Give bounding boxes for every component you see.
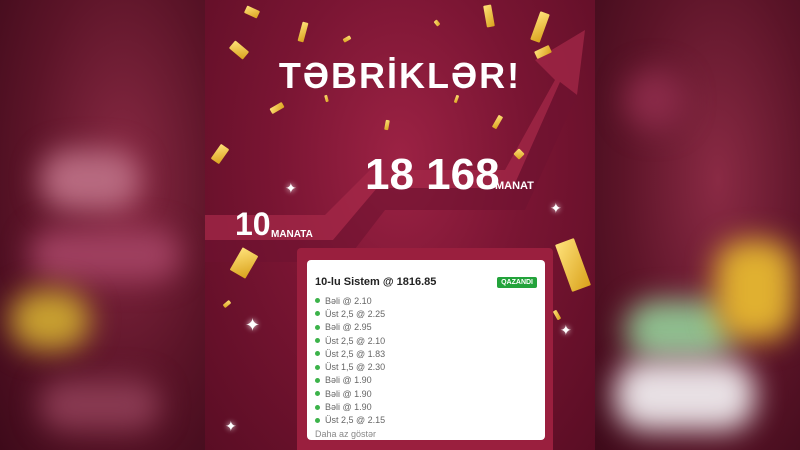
status-dot-icon (315, 377, 320, 383)
blurred-background-left (0, 0, 205, 450)
list-item: Bəli @ 2.10 (315, 294, 537, 307)
status-dot-icon (315, 351, 320, 357)
status-dot-icon (315, 338, 320, 344)
sparkle-icon: ✦ (550, 200, 562, 216)
selection-label: Bəli @ 2.95 (325, 322, 372, 333)
list-item: Üst 2,5 @ 2.25 (315, 307, 537, 320)
win-amount: 18 168 (365, 150, 500, 199)
sparkle-icon: ✦ (245, 315, 261, 335)
list-item: Bəli @ 1.90 (315, 400, 537, 413)
bet-card-header: 10-lu Sistem @ 1816.85 QAZANDI (315, 270, 537, 294)
show-less-link[interactable]: Daha az göstər (315, 429, 537, 439)
selection-list: Bəli @ 2.10 Üst 2,5 @ 2.25 Bəli @ 2.95 Ü… (315, 294, 537, 427)
list-item: Bəli @ 1.90 (315, 387, 537, 400)
list-item: Bəli @ 1.90 (315, 374, 537, 387)
list-item: Bəli @ 2.95 (315, 321, 537, 334)
selection-label: Bəli @ 1.90 (325, 402, 372, 413)
congrats-title: TƏBRİKLƏR! (278, 55, 522, 96)
status-dot-icon (315, 298, 320, 304)
list-item: Üst 2,5 @ 2.10 (315, 334, 537, 347)
selection-label: Bəli @ 1.90 (325, 388, 372, 399)
list-item: Üst 1,5 @ 2.30 (315, 360, 537, 373)
blurred-background-right (595, 0, 800, 450)
status-dot-icon (315, 417, 320, 423)
selection-label: Üst 1,5 @ 2.30 (325, 362, 386, 373)
list-item: Üst 2,5 @ 2.15 (315, 414, 537, 427)
selection-label: Üst 2,5 @ 1.83 (325, 348, 386, 359)
status-dot-icon (315, 324, 320, 330)
selection-label: Üst 2,5 @ 2.15 (325, 415, 386, 426)
selection-label: Bəli @ 1.90 (325, 375, 372, 386)
bet-card: 10-lu Sistem @ 1816.85 QAZANDI Bəli @ 2.… (307, 260, 545, 440)
status-dot-icon (315, 311, 320, 317)
list-item: Üst 2,5 @ 1.83 (315, 347, 537, 360)
status-dot-icon (315, 364, 320, 370)
status-badge: QAZANDI (497, 276, 537, 288)
sparkle-icon: ✦ (225, 418, 237, 434)
stake-amount: 10 (235, 206, 271, 242)
stake-unit: MANATA (271, 229, 313, 240)
selection-label: Üst 2,5 @ 2.25 (325, 308, 386, 319)
win-unit: MANAT (495, 180, 534, 192)
bet-title: 10-lu Sistem @ 1816.85 (315, 276, 437, 288)
status-dot-icon (315, 391, 320, 397)
selection-label: Üst 2,5 @ 2.10 (325, 335, 386, 346)
selection-label: Bəli @ 2.10 (325, 295, 372, 306)
win-poster: ✦ ✦ ✦ ✦ ✦ TƏBRİKLƏR! 18 168 MANAT 10 MAN… (205, 0, 595, 450)
sparkle-icon: ✦ (285, 180, 297, 196)
status-dot-icon (315, 404, 320, 410)
sparkle-icon: ✦ (560, 322, 572, 338)
